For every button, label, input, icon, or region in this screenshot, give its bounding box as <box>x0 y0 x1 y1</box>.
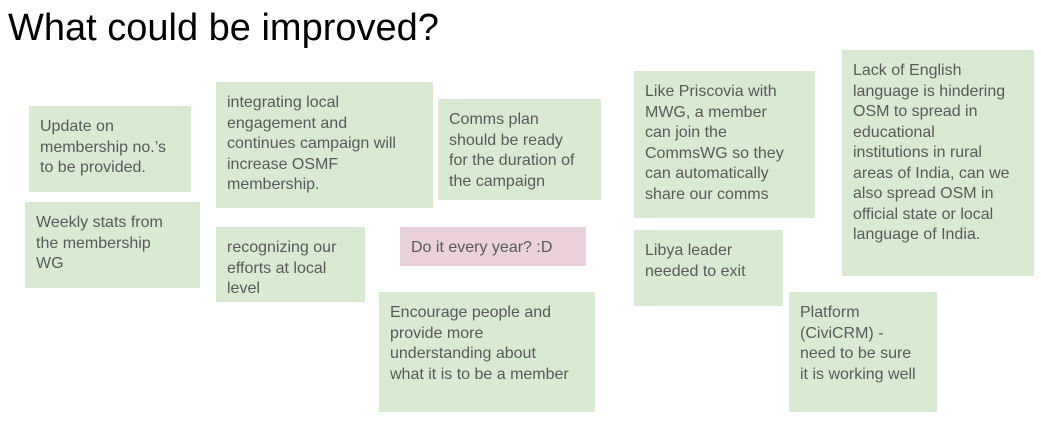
sticky-note-recognizing-efforts[interactable]: recognizing our efforts at local level <box>216 227 365 302</box>
sticky-note-english-language-india[interactable]: Lack of English language is hindering OS… <box>842 50 1034 276</box>
sticky-note-priscovia-mwg[interactable]: Like Priscovia with MWG, a member can jo… <box>634 71 815 218</box>
sticky-note-civicrm-platform[interactable]: Platform (CiviCRM) - need to be sure it … <box>789 292 937 412</box>
sticky-note-membership-numbers[interactable]: Update on membership no.’s to be provide… <box>29 106 191 192</box>
sticky-note-encourage-people[interactable]: Encourage people and provide more unders… <box>379 292 595 412</box>
sticky-note-every-year[interactable]: Do it every year? :D <box>400 227 586 266</box>
sticky-note-local-engagement[interactable]: integrating local engagement and continu… <box>216 82 433 208</box>
sticky-note-libya-leader[interactable]: Libya leader needed to exit <box>634 230 783 306</box>
sticky-note-weekly-stats[interactable]: Weekly stats from the membership WG <box>25 202 200 288</box>
sticky-note-comms-plan[interactable]: Comms plan should be ready for the durat… <box>438 99 601 200</box>
page-title: What could be improved? <box>8 7 439 49</box>
